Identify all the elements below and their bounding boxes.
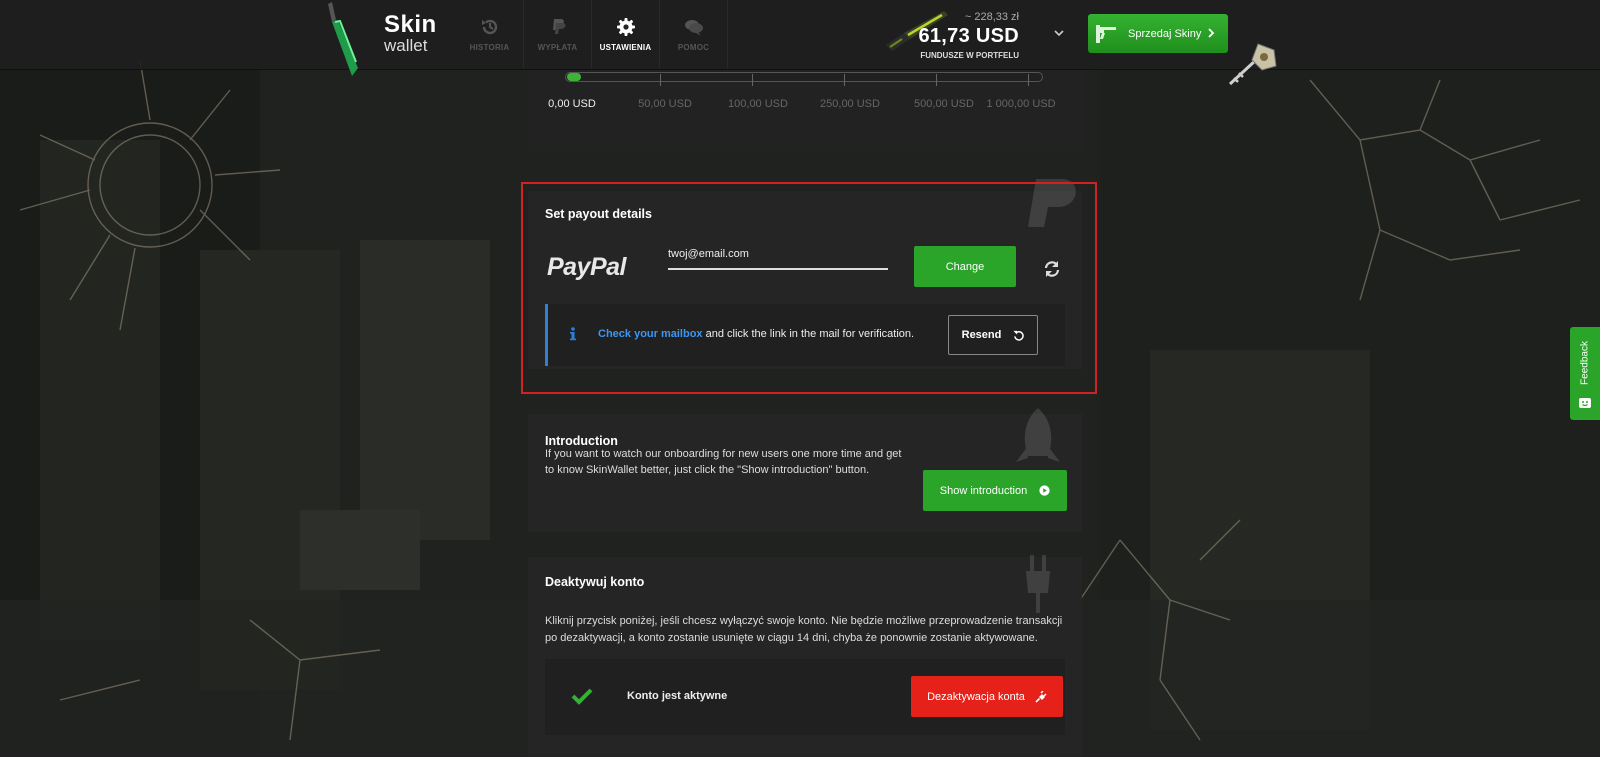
- nav-item-history[interactable]: HISTORIA: [456, 0, 524, 68]
- paypal-icon: [552, 18, 565, 34]
- nav-label-help: POMOC: [677, 42, 710, 52]
- feedback-tab[interactable]: Feedback: [1570, 327, 1600, 420]
- slider-label[interactable]: 500,00 USD: [914, 98, 974, 110]
- account-status-box: Konto jest aktywne Dezaktywacja konta: [545, 659, 1065, 735]
- play-circle-icon: [1039, 485, 1050, 496]
- balance-pln: ~ 228,33 zł: [964, 11, 1019, 23]
- slider-label[interactable]: 0,00 USD: [548, 98, 596, 110]
- wallet-balance[interactable]: ~ 228,33 zł 61,73 USD FUNDUSZE W PORTFEL…: [884, 5, 1064, 63]
- introduction-panel: Introduction If you want to watch our on…: [528, 408, 1082, 532]
- main-nav: HISTORIA WYPŁATA USTAWIENIA POMOC: [456, 0, 728, 68]
- slider-tick: [752, 74, 753, 86]
- brand-logo[interactable]: Skin wallet: [384, 11, 437, 55]
- knife-logo-icon: [328, 2, 358, 76]
- ak-rifle-icon: [1096, 24, 1116, 43]
- slider-label[interactable]: 100,00 USD: [728, 98, 788, 110]
- unplug-icon: [1035, 690, 1047, 703]
- nav-item-help[interactable]: POMOC: [660, 0, 728, 68]
- balance-usd: 61,73 USD: [918, 25, 1019, 47]
- threshold-slider-knob[interactable]: [567, 73, 581, 81]
- chevron-down-icon[interactable]: [1052, 26, 1066, 40]
- deactivate-account-panel: Deaktywuj konto Kliknij przycisk poniżej…: [528, 555, 1082, 757]
- gear-icon: [616, 17, 635, 36]
- deactivate-account-label: Dezaktywacja konta: [927, 690, 1025, 703]
- sell-skins-label: Sprzedaj Skiny: [1128, 27, 1202, 40]
- chevron-right-icon: [1208, 28, 1215, 38]
- sell-skins-button[interactable]: Sprzedaj Skiny: [1088, 14, 1228, 53]
- slider-label[interactable]: 50,00 USD: [638, 98, 692, 110]
- account-status-text: Konto jest aktywne: [627, 690, 728, 702]
- nav-label-payout: WYPŁATA: [537, 42, 578, 52]
- threshold-slider-track[interactable]: [565, 72, 1043, 82]
- highlight-frame: [521, 182, 1097, 394]
- nav-item-payout[interactable]: WYPŁATA: [524, 0, 592, 68]
- threshold-slider-panel: 0,00 USD 50,00 USD 100,00 USD 250,00 USD…: [528, 62, 1082, 152]
- balance-caption: FUNDUSZE W PORTFELU: [920, 51, 1019, 60]
- slider-tick: [660, 74, 661, 86]
- nav-item-settings[interactable]: USTAWIENIA: [592, 0, 660, 68]
- slider-label[interactable]: 1 000,00 USD: [986, 98, 1055, 110]
- deactivate-account-button[interactable]: Dezaktywacja konta: [911, 676, 1063, 717]
- rocket-watermark-icon: [1016, 408, 1060, 462]
- introduction-text: If you want to watch our onboarding for …: [545, 448, 902, 476]
- feedback-label: Feedback: [1579, 341, 1591, 385]
- check-icon: [571, 688, 593, 705]
- show-introduction-button[interactable]: Show introduction: [923, 470, 1067, 511]
- show-introduction-label: Show introduction: [939, 484, 1028, 497]
- deactivate-text: Kliknij przycisk poniżej, jeśli chcesz w…: [545, 615, 1063, 644]
- top-navigation-bar: Skin wallet HISTORIA WYPŁATA USTAWIENIA …: [0, 0, 1600, 76]
- slider-tick: [936, 74, 937, 86]
- feedback-face-icon: [1579, 398, 1591, 408]
- brand-line-skin: Skin: [384, 11, 437, 38]
- chat-icon: [684, 19, 703, 36]
- deactivate-title: Deaktywuj konto: [545, 575, 645, 589]
- slider-label[interactable]: 250,00 USD: [820, 98, 880, 110]
- brand-line-wallet: wallet: [384, 36, 428, 55]
- slider-tick: [844, 74, 845, 86]
- nav-label-settings: USTAWIENIA: [599, 42, 652, 52]
- case-key-icon: [1228, 43, 1277, 86]
- plug-watermark-icon: [1026, 555, 1050, 613]
- history-icon: [481, 19, 497, 34]
- slider-tick: [1028, 74, 1029, 86]
- nav-label-history: HISTORIA: [469, 42, 510, 52]
